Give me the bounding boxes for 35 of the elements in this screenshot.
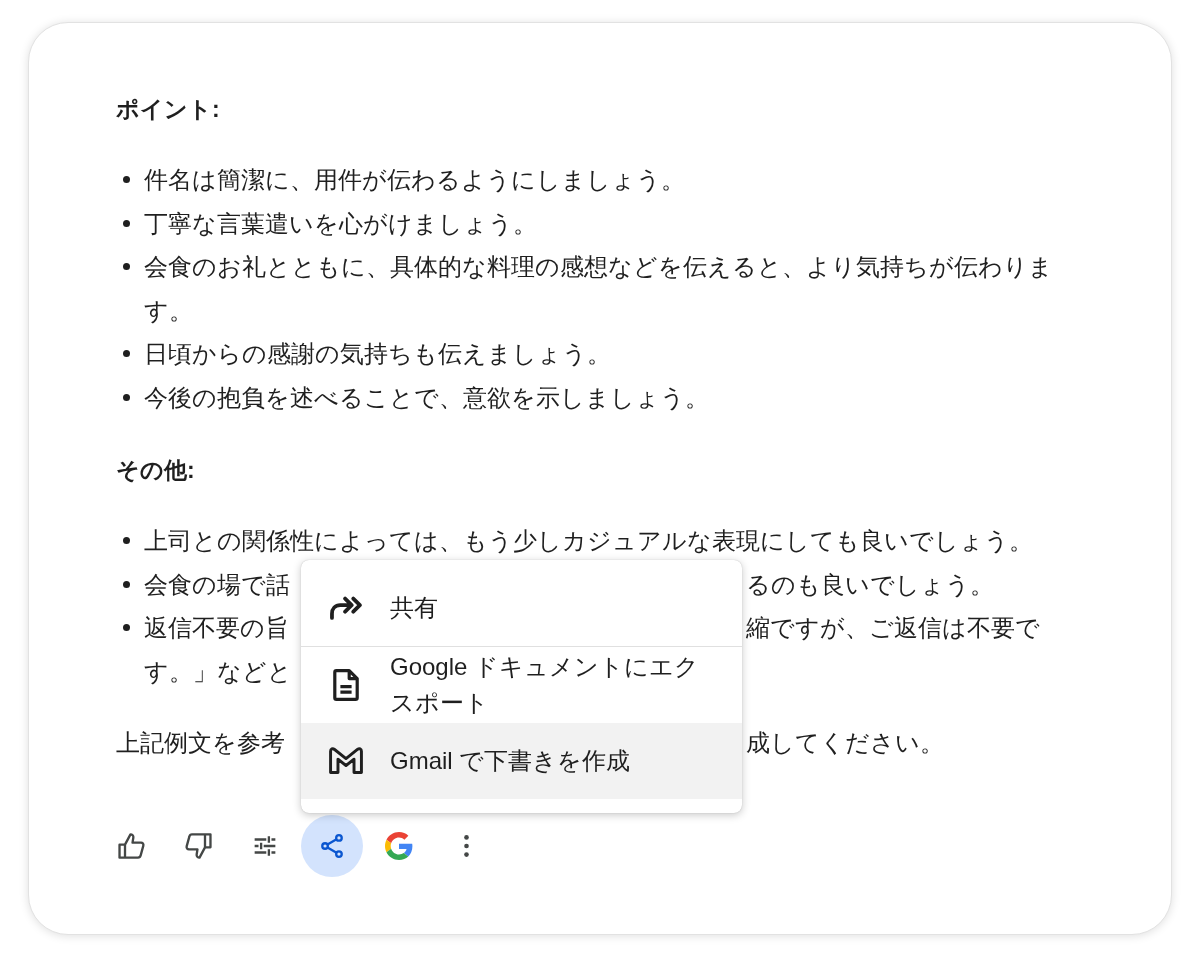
sliders-icon [253,834,277,857]
more-icon [463,834,469,857]
document-icon [333,668,359,701]
paragraph-text: 成してください。 [746,728,944,758]
list-item-text: 会食の場で話 [144,569,290,600]
list-item-text: 日頃からの感謝の気持ちも伝えましょう。 [144,339,611,369]
bullet-icon [123,580,130,588]
list-item-text: 縮ですが、ご返信は不要で [746,613,1040,643]
list-item-text: 丁寧な言葉遣いを心がけましょう。 [144,208,537,239]
bullet-icon [123,624,130,632]
thumbs-down-icon [184,832,212,859]
bullet-icon [123,219,130,227]
menu-item[interactable]: Gmail で下書きを作成 [301,722,742,799]
list-item-text: 今後の抱負を述べることで、意欲を示しましょう。 [144,382,709,413]
bullet-icon [123,350,130,358]
paragraph-text: 上記例文を参考 [116,728,285,758]
bullet-icon [123,263,130,271]
section-heading: その他: [116,456,195,485]
thumbs-up-icon [117,832,145,859]
section-heading: ポイント: [116,95,220,124]
list-item-text: 件名は簡潔に、用件が伝わるようにしましょう。 [144,165,685,195]
bullet-icon [123,176,130,184]
m-logo-icon [329,747,363,774]
g-logo-icon [385,831,413,860]
menu-item[interactable]: 共有 [301,569,742,646]
list-item-text: 会食のお礼とともに、具体的な料理の感想などを伝えると、より気持ちが伝わります。 [144,252,1054,326]
bullet-icon [123,393,130,401]
list-item-text: 返信不要の旨 [144,613,289,643]
forward-arrow-icon [330,595,362,620]
bullet-icon [123,537,130,545]
menu-item[interactable]: Google ドキュメントにエクスポート [301,646,742,723]
list-item-text: す。」などと [144,656,292,687]
share-icon [321,831,343,860]
list-item-text: るのも良いでしょう。 [746,569,994,600]
list-item-text: 上司との関係性によっては、もう少しカジュアルな表現にしても良いでしょう。 [144,526,1033,556]
